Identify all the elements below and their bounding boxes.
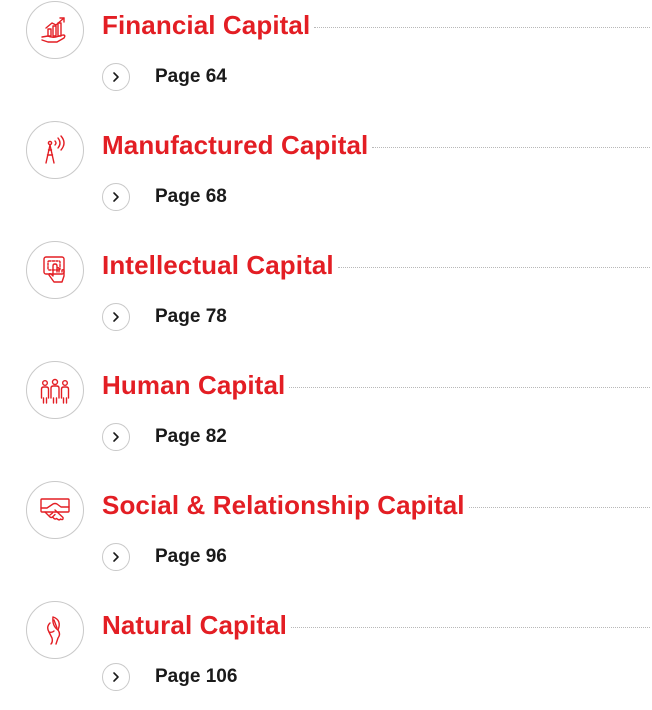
- page-link[interactable]: Page 64: [102, 62, 227, 92]
- capital-section-manufactured: Manufactured Capital Page 68: [0, 120, 652, 230]
- page-reference[interactable]: Page 64: [155, 66, 227, 88]
- leaf-hand-icon: [26, 601, 84, 659]
- capital-section-human: Human Capital Page 82: [0, 360, 652, 470]
- chevron-right-icon[interactable]: [102, 543, 130, 571]
- dotted-leader: [289, 386, 650, 388]
- capital-title: Intellectual Capital: [102, 249, 334, 280]
- capital-heading-row: Natural Capital: [102, 608, 650, 642]
- page-link[interactable]: Page 96: [102, 542, 227, 572]
- dotted-leader: [337, 266, 650, 268]
- page-link[interactable]: Page 106: [102, 662, 237, 692]
- page-reference[interactable]: Page 96: [155, 546, 227, 568]
- capital-section-social-relationship: Social & Relationship Capital Page 96: [0, 480, 652, 590]
- dotted-leader: [372, 146, 650, 148]
- dotted-leader: [468, 506, 650, 508]
- page-link[interactable]: Page 82: [102, 422, 227, 452]
- page-link[interactable]: Page 68: [102, 182, 227, 212]
- financial-growth-icon: [26, 1, 84, 59]
- page-reference[interactable]: Page 82: [155, 426, 227, 448]
- people-group-icon: [26, 361, 84, 419]
- capital-heading-row: Social & Relationship Capital: [102, 488, 650, 522]
- capital-title: Financial Capital: [102, 9, 311, 40]
- page-link[interactable]: Page 78: [102, 302, 227, 332]
- page-reference[interactable]: Page 106: [155, 666, 237, 688]
- capital-title: Social & Relationship Capital: [102, 489, 465, 520]
- capital-title: Human Capital: [102, 369, 286, 400]
- chevron-right-icon[interactable]: [102, 63, 130, 91]
- chevron-right-icon[interactable]: [102, 663, 130, 691]
- capital-title: Manufactured Capital: [102, 129, 369, 160]
- capital-section-financial: Financial Capital Page 64: [0, 0, 652, 110]
- dotted-leader: [314, 26, 650, 28]
- touchscreen-hand-icon: [26, 241, 84, 299]
- page-reference[interactable]: Page 78: [155, 306, 227, 328]
- handshake-icon: [26, 481, 84, 539]
- dotted-leader: [291, 626, 650, 628]
- capital-section-natural: Natural Capital Page 106: [0, 600, 652, 710]
- capital-heading-row: Financial Capital: [102, 8, 650, 42]
- capital-heading-row: Manufactured Capital: [102, 128, 650, 162]
- capital-section-intellectual: Intellectual Capital Page 78: [0, 240, 652, 350]
- capital-heading-row: Intellectual Capital: [102, 248, 650, 282]
- capital-heading-row: Human Capital: [102, 368, 650, 402]
- capital-title: Natural Capital: [102, 609, 287, 640]
- chevron-right-icon[interactable]: [102, 423, 130, 451]
- page-reference[interactable]: Page 68: [155, 186, 227, 208]
- chevron-right-icon[interactable]: [102, 183, 130, 211]
- transmission-tower-icon: [26, 121, 84, 179]
- chevron-right-icon[interactable]: [102, 303, 130, 331]
